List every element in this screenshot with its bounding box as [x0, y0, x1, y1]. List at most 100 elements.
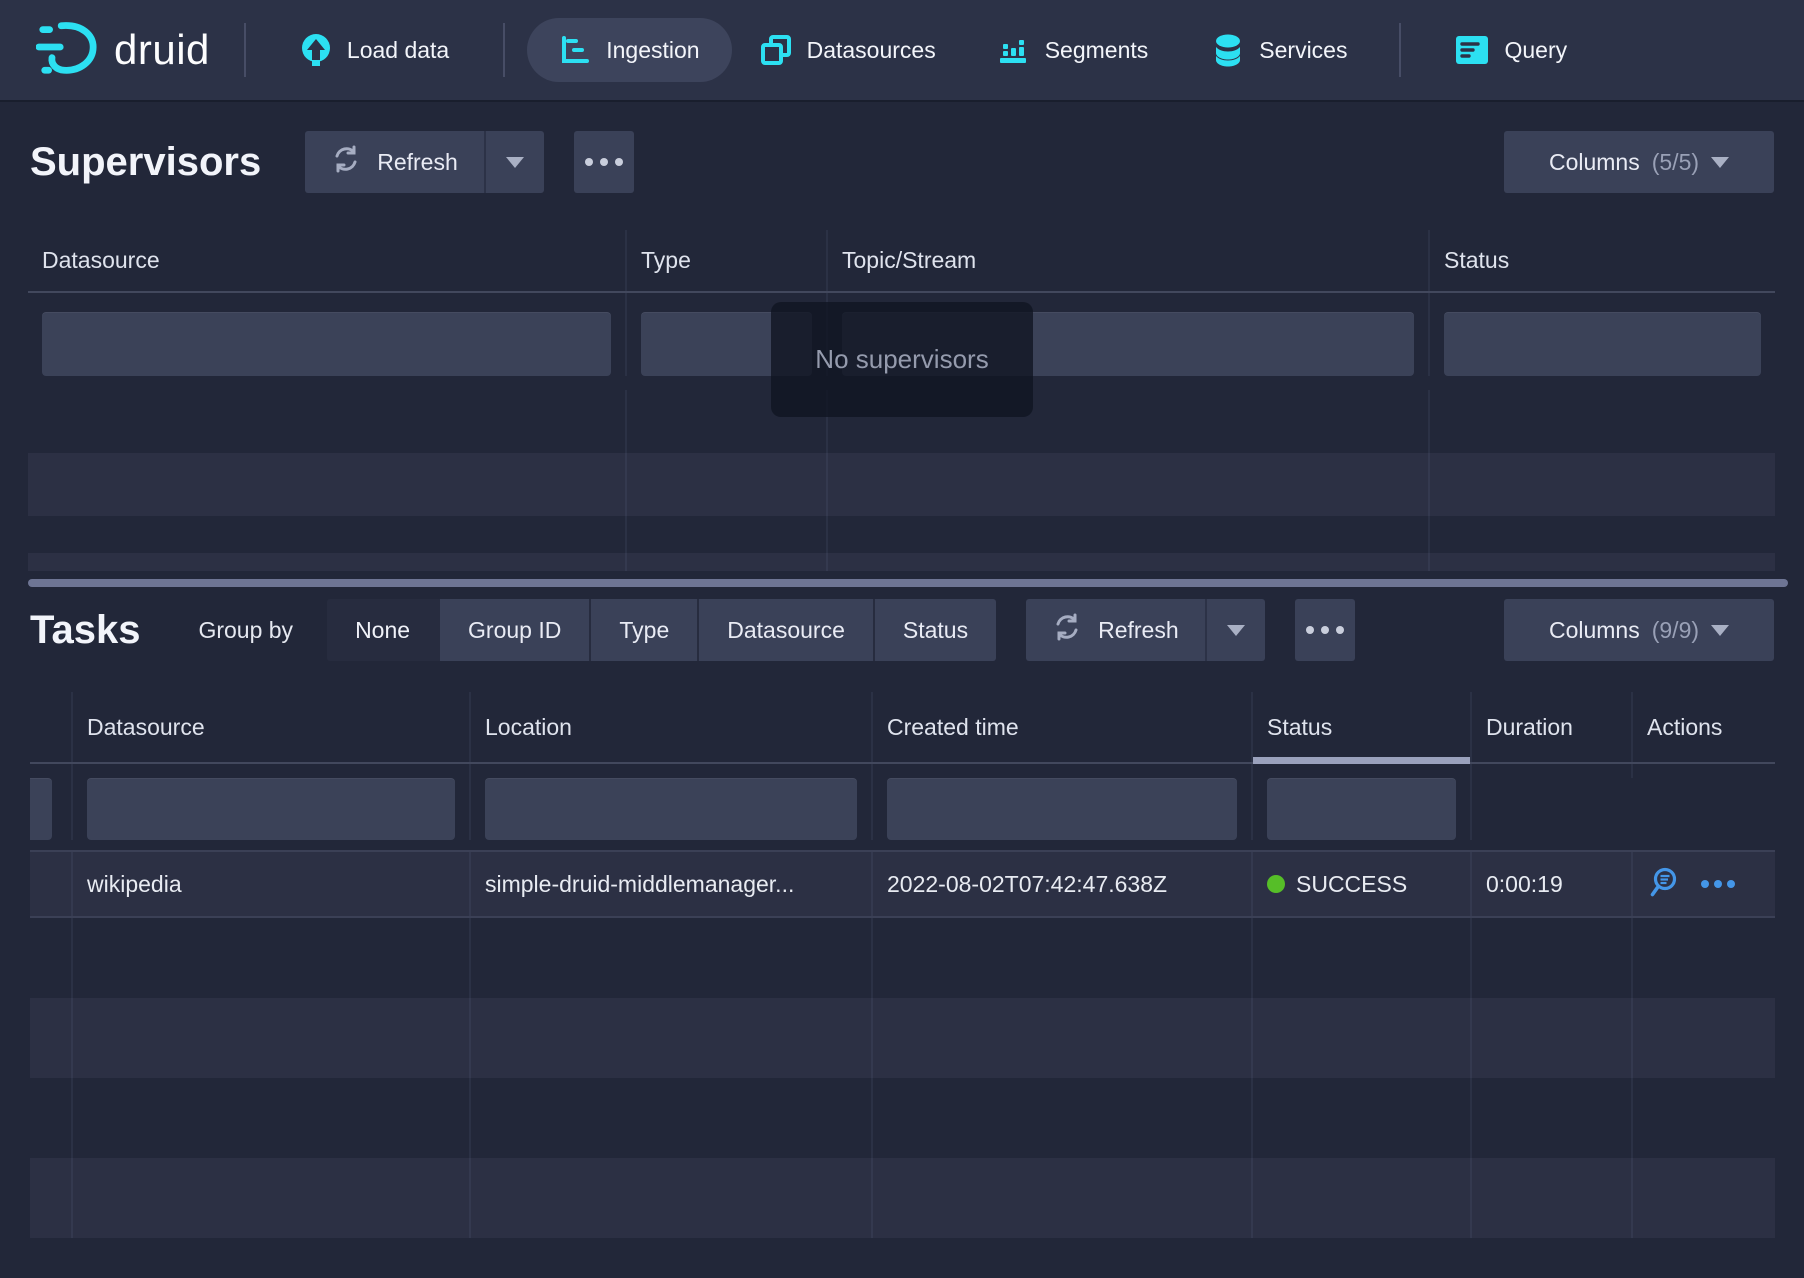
row-more-icon [1701, 880, 1735, 888]
chevron-down-icon [1711, 157, 1729, 168]
task-duration: 0:00:19 [1472, 852, 1633, 916]
navbar: druid Load data Ingestio [0, 0, 1804, 100]
empty-table-row [28, 553, 1775, 571]
status-filter-input[interactable] [1444, 312, 1761, 376]
brand-wordmark: druid [114, 26, 210, 74]
nav-divider [503, 23, 505, 77]
columns-count: (9/9) [1652, 617, 1699, 644]
task-actions [1633, 852, 1775, 916]
success-status-dot [1267, 875, 1285, 893]
empty-table-row [30, 998, 1775, 1078]
column-header-created-time[interactable]: Created time [873, 692, 1253, 762]
tasks-table-header: Datasource Location Created time Status … [30, 692, 1775, 764]
group-by-none-button[interactable]: None [327, 599, 438, 661]
tasks-refresh-split-button: Refresh [1026, 599, 1265, 661]
created-time-filter-input[interactable] [887, 778, 1237, 840]
task-location: simple-druid-middlemanager... [471, 852, 873, 916]
brand[interactable]: druid [36, 17, 210, 84]
column-header-duration[interactable]: Duration [1472, 692, 1633, 762]
empty-table-row [28, 453, 1775, 516]
tasks-columns-button[interactable]: Columns (9/9) [1504, 599, 1774, 661]
chevron-down-icon [1711, 625, 1729, 636]
nav-item-label: Load data [347, 37, 449, 64]
supervisors-table: Datasource Type Topic/Stream Status No s… [28, 230, 1775, 571]
status-text: SUCCESS [1296, 871, 1407, 898]
services-database-icon [1212, 33, 1244, 67]
tasks-refresh-button[interactable]: Refresh [1026, 599, 1205, 661]
query-console-icon [1455, 35, 1489, 65]
supervisors-table-header: Datasource Type Topic/Stream Status [28, 230, 1775, 293]
supervisors-title: Supervisors [30, 142, 261, 182]
empty-table-row [30, 918, 1775, 998]
datasource-filter-input[interactable] [87, 778, 455, 840]
druid-logo-icon [36, 17, 98, 84]
refresh-label: Refresh [377, 149, 458, 176]
group-by-type-button[interactable]: Type [589, 599, 697, 661]
column-header-datasource[interactable]: Datasource [28, 230, 627, 291]
task-row-wikipedia[interactable]: wikipedia simple-druid-middlemanager... … [30, 850, 1775, 918]
supervisors-more-button[interactable] [574, 131, 634, 193]
nav-item-label: Query [1504, 37, 1567, 64]
clipped-filter-input[interactable] [30, 778, 52, 840]
nav-item-label: Datasources [807, 37, 936, 64]
supervisors-toolbar: Supervisors Refresh [30, 131, 1774, 193]
empty-table-row [28, 516, 1775, 553]
tasks-more-button[interactable] [1295, 599, 1355, 661]
empty-table-row [30, 1078, 1775, 1158]
no-supervisors-message: No supervisors [771, 302, 1033, 417]
task-created-time: 2022-08-02T07:42:47.638Z [873, 852, 1253, 916]
nav-item-ingestion[interactable]: Ingestion [527, 18, 731, 82]
refresh-label: Refresh [1098, 617, 1179, 644]
nav-divider [1399, 23, 1401, 77]
nav-item-label: Ingestion [606, 37, 699, 64]
nav-item-services[interactable]: Services [1206, 18, 1353, 82]
column-header-type[interactable]: Type [627, 230, 828, 291]
supervisors-refresh-button[interactable]: Refresh [305, 131, 484, 193]
segments-bars-icon [998, 34, 1030, 66]
nav-item-label: Services [1259, 37, 1347, 64]
more-icon [1306, 626, 1314, 634]
tasks-title: Tasks [30, 610, 140, 650]
tasks-toolbar: Tasks Group by None Group ID Type Dataso… [30, 599, 1774, 661]
chevron-down-icon [506, 157, 524, 168]
group-by-status-button[interactable]: Status [873, 599, 996, 661]
group-by-datasource-button[interactable]: Datasource [697, 599, 873, 661]
datasources-stack-icon [760, 34, 792, 66]
column-header-topic-stream[interactable]: Topic/Stream [828, 230, 1430, 291]
group-by-group-id-button[interactable]: Group ID [438, 599, 589, 661]
supervisors-refresh-split-button: Refresh [305, 131, 544, 193]
more-icon [585, 158, 593, 166]
supervisors-refresh-caret-button[interactable] [484, 131, 544, 193]
columns-label: Columns [1549, 617, 1640, 644]
search-details-icon [1647, 866, 1681, 903]
column-header-status[interactable]: Status [1430, 230, 1775, 291]
column-header-datasource[interactable]: Datasource [73, 692, 471, 762]
refresh-icon [331, 144, 361, 180]
nav-item-label: Segments [1045, 37, 1149, 64]
column-header-status-sorted[interactable]: Status [1253, 692, 1472, 762]
nav-item-query[interactable]: Query [1449, 18, 1573, 82]
datasource-filter-input[interactable] [42, 312, 611, 376]
nav-item-datasources[interactable]: Datasources [754, 18, 942, 82]
task-datasource: wikipedia [73, 852, 471, 916]
nav-divider [244, 23, 246, 77]
tasks-table: Datasource Location Created time Status … [30, 692, 1775, 1238]
tasks-filter-row [30, 764, 1775, 850]
supervisors-horizontal-scrollbar[interactable] [28, 579, 1788, 587]
column-header-actions[interactable]: Actions [1633, 692, 1775, 762]
druid-console: druid Load data Ingestio [0, 0, 1804, 1278]
task-more-actions-button[interactable] [1701, 880, 1735, 888]
supervisors-columns-button[interactable]: Columns (5/5) [1504, 131, 1774, 193]
nav-item-segments[interactable]: Segments [992, 18, 1155, 82]
column-header-location[interactable]: Location [471, 692, 873, 762]
task-status: SUCCESS [1253, 852, 1472, 916]
ingestion-chart-icon [559, 34, 591, 66]
task-details-button[interactable] [1647, 866, 1681, 903]
tasks-refresh-caret-button[interactable] [1205, 599, 1265, 661]
sort-indicator [1253, 757, 1470, 764]
columns-count: (5/5) [1652, 149, 1699, 176]
status-filter-input[interactable] [1267, 778, 1456, 840]
location-filter-input[interactable] [485, 778, 857, 840]
refresh-icon [1052, 612, 1082, 648]
nav-item-load-data[interactable]: Load data [294, 18, 455, 82]
